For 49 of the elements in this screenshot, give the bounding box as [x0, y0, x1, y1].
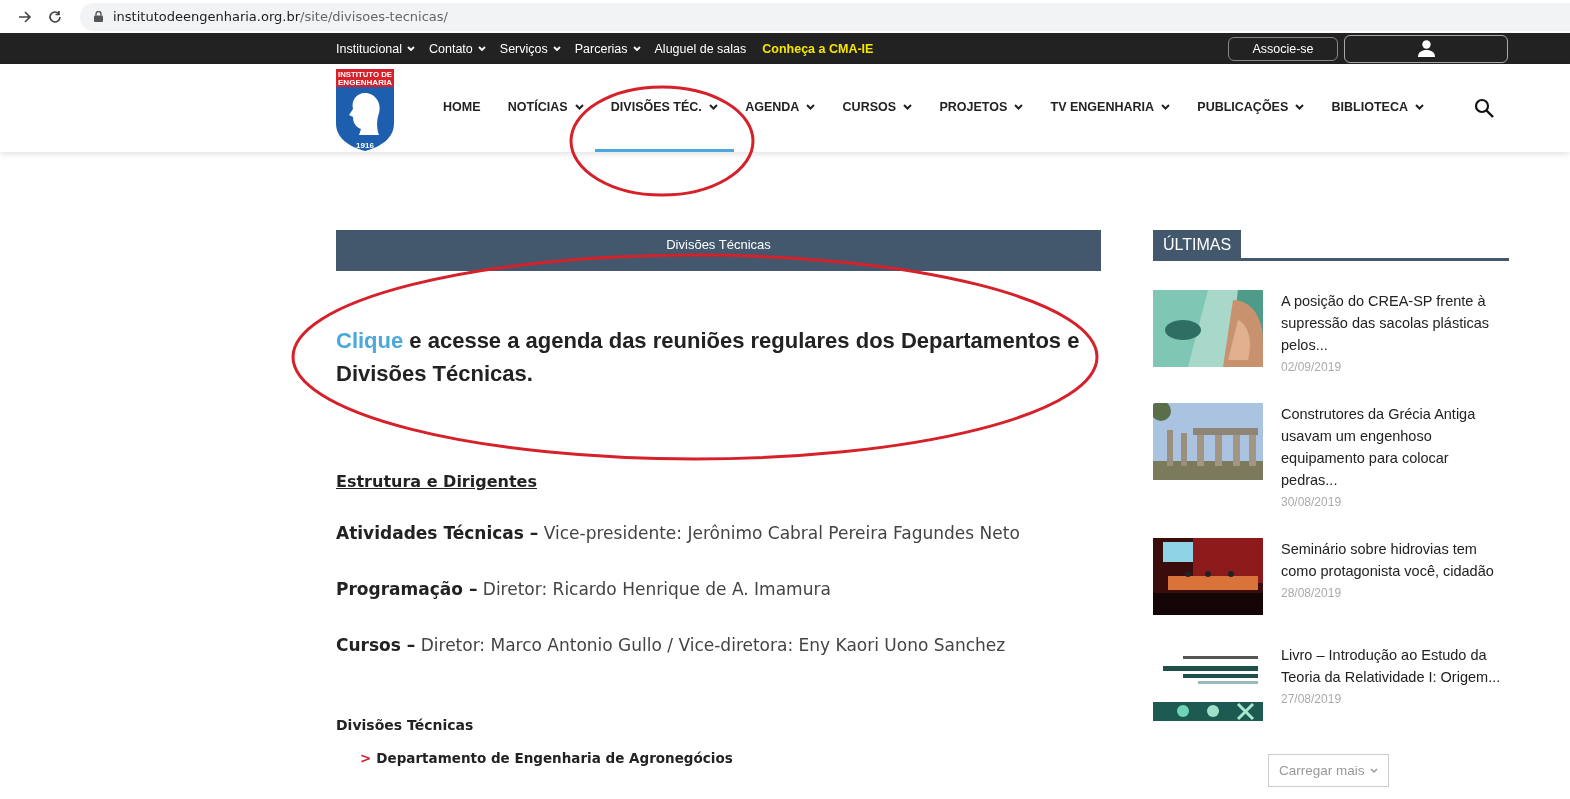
- top-menu-link[interactable]: Institucional: [336, 41, 415, 56]
- sidebar-title: ÚLTIMAS: [1153, 230, 1242, 258]
- logo-text: ENGENHARIA: [338, 78, 392, 87]
- top-menu-link[interactable]: Conheça a CMA-IE: [762, 41, 874, 56]
- logo-year: 1916: [356, 141, 374, 150]
- post-date: 27/08/2019: [1281, 692, 1343, 706]
- search-icon[interactable]: [1474, 98, 1494, 118]
- chevron-icon: [903, 103, 913, 110]
- top-menu-link[interactable]: Serviços: [499, 41, 561, 56]
- top-menu-link[interactable]: Parcerias: [574, 41, 641, 56]
- chevron-icon: [1415, 103, 1424, 110]
- logo-text: INSTITUTO DE: [338, 70, 394, 79]
- join-button[interactable]: Associe-se: [1228, 36, 1338, 61]
- chevron-icon: [1295, 103, 1305, 110]
- chevron-icon: [1161, 103, 1170, 110]
- chevron-icon: [552, 45, 561, 52]
- role-line: Atividades Técnicas – Vice-presidente: Jerônimo Cabral Pereira Fagundes Neto: [336, 523, 1021, 543]
- post-title-link[interactable]: Construtores da Grécia Antiga usavam um engenhoso equipamento para colocar pedras...: [1281, 403, 1509, 491]
- reload-icon[interactable]: [48, 9, 62, 24]
- nav-item[interactable]: DIVISÕES TÉC.: [594, 64, 734, 152]
- role-line: Programação – Diretor: Ricardo Henrique de A. Imamura: [336, 579, 832, 599]
- chevron-icon: [407, 45, 415, 52]
- post-date: 02/09/2019: [1281, 360, 1343, 374]
- post-date: 28/08/2019: [1281, 586, 1343, 600]
- top-menu-link[interactable]: Aluguel de salas: [654, 41, 747, 56]
- division-link[interactable]: Departamento de Engenharia de Agronegócios: [376, 750, 733, 766]
- forward-icon[interactable]: [18, 9, 32, 24]
- post-title-link[interactable]: A posição do CREA-SP frente à supressão das sacolas plásticas pelos...: [1281, 290, 1509, 356]
- intro-text: Clique e acesse a agenda das reuniões regulares dos Departamentos e Divisões Técnicas.: [336, 327, 1081, 388]
- chevron-icon: [708, 103, 718, 110]
- lock-icon: [94, 11, 103, 22]
- divisions-heading: Divisões Técnicas: [336, 717, 475, 733]
- chevron-icon: [477, 45, 486, 52]
- chevron-icon: [1369, 767, 1378, 774]
- bullet-marker: >: [360, 750, 372, 766]
- top-menu-link[interactable]: Contato: [429, 41, 486, 56]
- post-date: 30/08/2019: [1281, 495, 1343, 509]
- chevron-icon: [574, 103, 584, 110]
- post-title-link[interactable]: Seminário sobre hidrovias tem como protagonista você, cidadão: [1281, 538, 1509, 582]
- chevron-icon: [632, 45, 641, 52]
- user-icon: [1417, 40, 1435, 57]
- address-bar[interactable]: institutodeengenharia.org.br/site/divisoes-tecnicas/: [80, 2, 1570, 31]
- section-heading: Estrutura e Dirigentes: [336, 472, 538, 491]
- account-button[interactable]: [1344, 34, 1508, 63]
- chevron-icon: [806, 103, 816, 110]
- role-line: Cursos – Diretor: Marco Antonio Gullo / Vice-diretora: Eny Kaori Uono Sanchez: [336, 635, 1007, 655]
- post-title-link[interactable]: Livro – Introdução ao Estudo da Teoria da Relatividade I: Origem...: [1281, 644, 1509, 688]
- chevron-icon: [1014, 103, 1024, 110]
- section-title: Divisões Técnicas: [666, 237, 771, 252]
